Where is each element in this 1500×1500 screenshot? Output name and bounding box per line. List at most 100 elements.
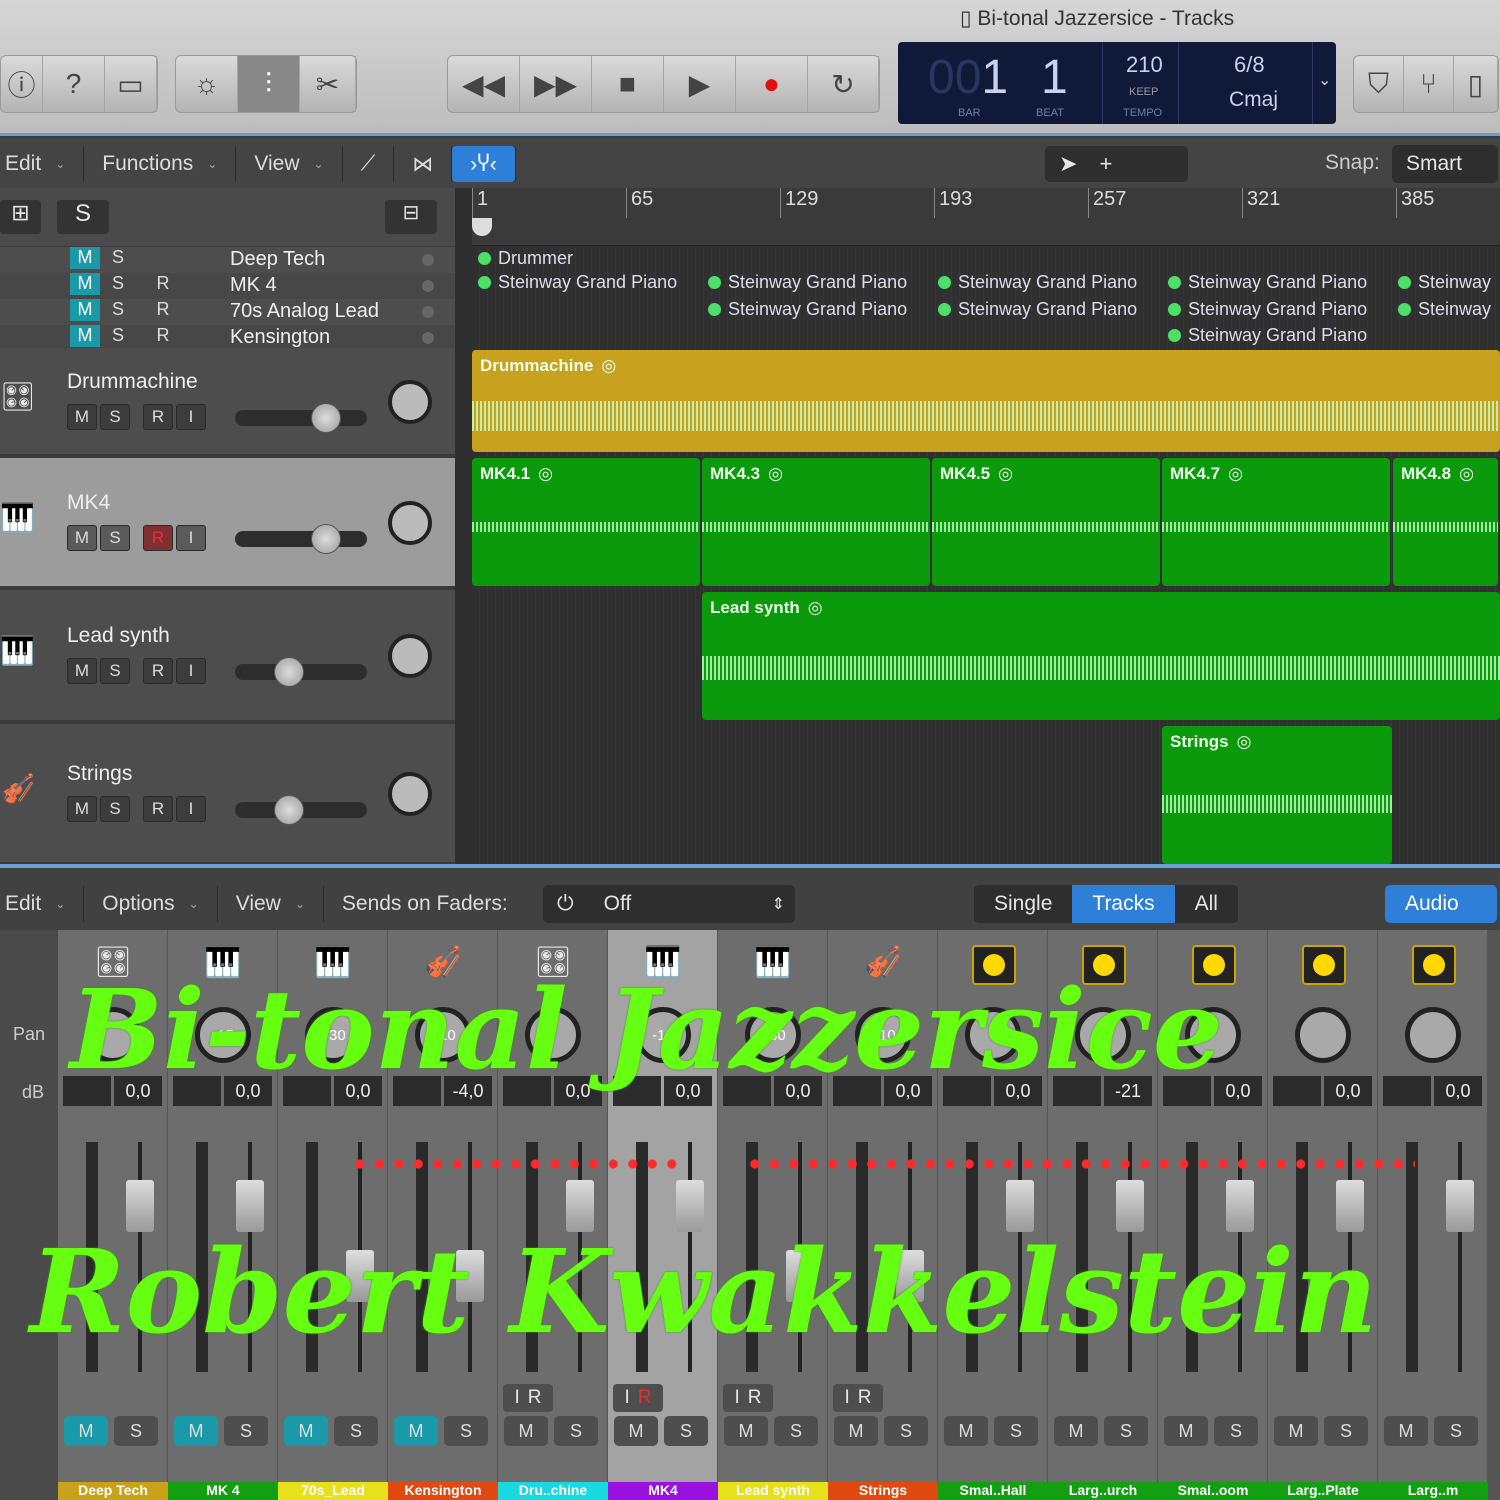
- mute-button[interactable]: M: [70, 299, 100, 321]
- volume-slider[interactable]: [235, 657, 367, 687]
- summary-track-row[interactable]: M S R 70s Analog Lead: [0, 299, 455, 326]
- input-record-buttons[interactable]: IR: [723, 1384, 773, 1412]
- input-monitor-button[interactable]: I: [176, 525, 206, 551]
- solo-button[interactable]: S: [1214, 1416, 1258, 1446]
- collapse-icon[interactable]: ⊟: [385, 200, 437, 234]
- region[interactable]: MK4.3 ◎: [702, 458, 930, 586]
- solo-button[interactable]: S: [100, 525, 130, 551]
- summary-region[interactable]: Drummer: [478, 248, 698, 272]
- rewind-icon[interactable]: ◀◀: [448, 56, 520, 112]
- smart-controls-icon[interactable]: ☼: [176, 56, 238, 112]
- mute-button[interactable]: M: [504, 1416, 548, 1446]
- timeline-ruler[interactable]: 1 65 129 193 257 321 385: [472, 188, 1500, 246]
- functions-menu[interactable]: Functions ⌄: [84, 146, 237, 182]
- mute-button[interactable]: M: [284, 1416, 328, 1446]
- input-monitor-button[interactable]: I: [844, 1387, 849, 1409]
- solo-button[interactable]: S: [884, 1416, 928, 1446]
- shield-icon[interactable]: ⛉: [1354, 56, 1404, 112]
- record-enable-button[interactable]: R: [148, 325, 178, 347]
- region[interactable]: Lead synth ◎: [702, 592, 1500, 720]
- single-button[interactable]: Single: [974, 885, 1072, 923]
- pan-knob[interactable]: [388, 380, 432, 424]
- volume-slider[interactable]: [235, 403, 367, 433]
- solo-button[interactable]: S: [103, 273, 133, 295]
- solo-button[interactable]: S: [103, 325, 133, 347]
- snap-dropdown[interactable]: Smart: [1392, 145, 1498, 183]
- list-icon[interactable]: ▯: [1454, 56, 1498, 112]
- solo-button[interactable]: S: [103, 299, 133, 321]
- play-icon[interactable]: ▶: [664, 56, 736, 112]
- input-monitor-button[interactable]: I: [624, 1387, 629, 1409]
- volume-slider[interactable]: [235, 524, 367, 554]
- tracks-button[interactable]: Tracks: [1072, 885, 1175, 923]
- summary-region[interactable]: Steinway Grand Piano: [478, 272, 702, 296]
- pencil-tool-icon[interactable]: +: [1099, 151, 1112, 177]
- solo-button[interactable]: S: [1434, 1416, 1478, 1446]
- volume-slider-handle[interactable]: [311, 524, 342, 554]
- record-button[interactable]: R: [143, 658, 173, 684]
- mute-button[interactable]: M: [1384, 1416, 1428, 1446]
- region[interactable]: MK4.1 ◎: [472, 458, 700, 586]
- solo-button[interactable]: S: [994, 1416, 1038, 1446]
- pointer-tool-icon[interactable]: ➤: [1059, 151, 1077, 177]
- summary-track-row[interactable]: M S Deep Tech: [0, 247, 455, 274]
- record-enable-button[interactable]: R: [148, 273, 178, 295]
- tuner-icon[interactable]: ⑂: [1404, 56, 1454, 112]
- region[interactable]: Strings ◎: [1162, 726, 1392, 864]
- summary-region[interactable]: Steinway Grand Piano: [1168, 325, 1392, 349]
- channel-strip[interactable]: 0,0 M S Larg..m: [1378, 930, 1488, 1500]
- mixer-view-menu[interactable]: View ⌄: [218, 886, 324, 922]
- tool-selector[interactable]: ➤ +: [1045, 146, 1188, 182]
- lcd-display[interactable]: 001 1 BAR BEAT 210 KEEP TEMPO 6/8 Cmaj ⌄: [898, 42, 1336, 124]
- library-icon[interactable]: ▭: [105, 56, 157, 112]
- audio-filter-button[interactable]: Audio: [1385, 885, 1497, 923]
- header-splitter[interactable]: [455, 188, 472, 865]
- mute-button[interactable]: M: [67, 658, 97, 684]
- mixer-edit-menu[interactable]: Edit ⌄: [0, 886, 85, 922]
- input-record-buttons[interactable]: IR: [503, 1384, 553, 1412]
- summary-region[interactable]: Steinway: [1398, 299, 1498, 323]
- lcd-dropdown-icon[interactable]: ⌄: [1312, 42, 1336, 124]
- view-menu[interactable]: View ⌄: [236, 146, 343, 182]
- solo-button[interactable]: S: [664, 1416, 708, 1446]
- solo-button[interactable]: S: [554, 1416, 598, 1446]
- record-button[interactable]: R: [143, 796, 173, 822]
- fader-track[interactable]: [1458, 1142, 1462, 1372]
- mute-button[interactable]: M: [67, 404, 97, 430]
- record-enable-button[interactable]: R: [858, 1387, 872, 1409]
- record-button[interactable]: R: [143, 525, 173, 551]
- input-monitor-button[interactable]: I: [734, 1387, 739, 1409]
- input-monitor-button[interactable]: I: [176, 796, 206, 822]
- solo-button[interactable]: S: [100, 796, 130, 822]
- volume-slider[interactable]: [235, 795, 367, 825]
- solo-button[interactable]: S: [114, 1416, 158, 1446]
- record-enable-button[interactable]: R: [638, 1387, 652, 1409]
- mute-button[interactable]: M: [1274, 1416, 1318, 1446]
- forward-icon[interactable]: ▶▶: [520, 56, 592, 112]
- pan-knob[interactable]: [1405, 1007, 1461, 1063]
- pan-knob[interactable]: [388, 634, 432, 678]
- solo-button[interactable]: S: [103, 247, 133, 269]
- volume-readout[interactable]: 0,0: [1324, 1076, 1372, 1106]
- solo-button[interactable]: S: [1324, 1416, 1368, 1446]
- summary-track-row[interactable]: M S R MK 4: [0, 273, 455, 300]
- flex-icon[interactable]: ⋈: [394, 146, 453, 182]
- stop-icon[interactable]: ■: [592, 56, 664, 112]
- region[interactable]: MK4.7 ◎: [1162, 458, 1390, 586]
- summary-region[interactable]: Steinway: [1398, 272, 1498, 296]
- automation-icon[interactable]: ⟋: [343, 146, 395, 182]
- mute-button[interactable]: M: [1054, 1416, 1098, 1446]
- solo-button[interactable]: S: [774, 1416, 818, 1446]
- record-icon[interactable]: ●: [736, 56, 808, 112]
- solo-button[interactable]: S: [1104, 1416, 1148, 1446]
- help-icon[interactable]: ?: [43, 56, 105, 112]
- input-record-buttons[interactable]: IR: [833, 1384, 883, 1412]
- mute-button[interactable]: M: [944, 1416, 988, 1446]
- sends-dropdown[interactable]: ⏻ Off ⇕: [543, 885, 795, 923]
- input-monitor-button[interactable]: I: [176, 658, 206, 684]
- volume-slider-handle[interactable]: [274, 795, 305, 825]
- mute-button[interactable]: M: [614, 1416, 658, 1446]
- options-menu[interactable]: Options ⌄: [84, 886, 218, 922]
- input-record-buttons[interactable]: IR: [613, 1384, 663, 1412]
- info-icon[interactable]: ⓘ: [1, 56, 43, 112]
